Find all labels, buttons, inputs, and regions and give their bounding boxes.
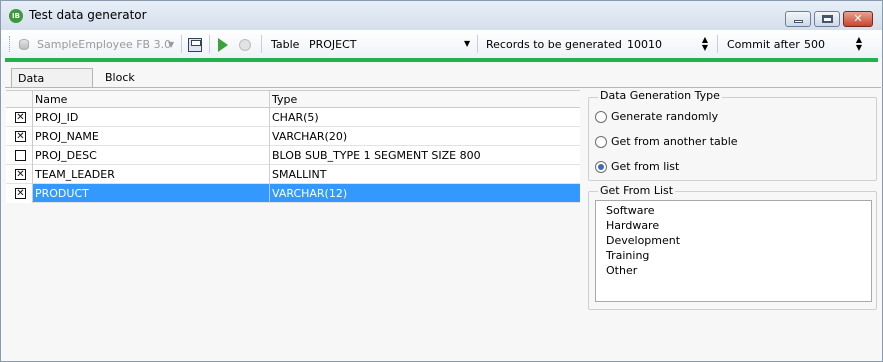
column-divider — [269, 127, 270, 146]
test-data-generator-window: IB Test data generator ✕ SampleEmployee … — [0, 0, 883, 362]
commit-spinner-icon[interactable]: ▲ ▼ — [854, 36, 864, 52]
maximize-icon — [822, 15, 833, 23]
table-select[interactable]: PROJECT — [309, 38, 357, 51]
table-row[interactable]: PROJ_DESC BLOB SUB_TYPE 1 SEGMENT SIZE 8… — [6, 146, 580, 165]
field-type: BLOB SUB_TYPE 1 SEGMENT SIZE 800 — [272, 149, 481, 162]
records-label: Records to be generated — [486, 38, 622, 51]
check-cell: ✕ — [6, 108, 33, 127]
table-row[interactable]: ✕ PROJ_ID CHAR(5) — [6, 108, 580, 127]
commit-label: Commit after — [727, 38, 800, 51]
list-item: Other — [606, 264, 638, 277]
generation-type-title: Data Generation Type — [598, 89, 722, 102]
tab-data-options[interactable]: Data options — [11, 68, 93, 105]
close-icon: ✕ — [853, 12, 863, 25]
field-checkbox[interactable]: ✕ — [15, 112, 26, 123]
fields-grid: Name Type ✕ PROJ_ID CHAR(5) ✕ PROJ_NAME … — [6, 90, 580, 206]
save-icon[interactable] — [188, 38, 202, 52]
list-item: Development — [606, 234, 681, 247]
records-input[interactable]: 10010 — [627, 38, 662, 51]
toolbar-separator — [717, 35, 718, 53]
get-from-list-title: Get From List — [598, 184, 676, 197]
list-item: Software — [606, 204, 655, 217]
table-dropdown-icon[interactable]: ▼ — [464, 39, 470, 48]
minimize-icon — [794, 20, 803, 23]
toolbar: SampleEmployee FB 3.0 ▼ Table PROJECT ▼ … — [1, 30, 882, 58]
toolbar-separator — [477, 35, 478, 53]
radio-get-from-list[interactable] — [595, 161, 607, 173]
toolbar-separator — [209, 35, 210, 53]
field-type: SMALLINT — [272, 168, 327, 181]
field-type: VARCHAR(12) — [272, 187, 348, 200]
run-icon[interactable] — [218, 38, 228, 52]
table-label: Table — [271, 38, 300, 51]
column-divider — [269, 165, 270, 184]
field-name: PROJ_ID — [35, 111, 79, 124]
minimize-button[interactable] — [785, 11, 811, 27]
check-cell: ✕ — [6, 165, 33, 184]
field-checkbox[interactable]: ✕ — [15, 131, 26, 142]
database-dropdown-icon[interactable]: ▼ — [168, 40, 174, 49]
field-type: VARCHAR(20) — [272, 130, 348, 143]
table-row[interactable]: ✕ PROJ_NAME VARCHAR(20) — [6, 127, 580, 146]
window-title: Test data generator — [29, 8, 147, 22]
field-checkbox[interactable]: ✕ — [15, 188, 26, 199]
field-type: CHAR(5) — [272, 111, 319, 124]
column-divider — [269, 184, 270, 203]
app-icon: IB — [9, 9, 23, 23]
title-bar[interactable]: IB Test data generator ✕ — [1, 1, 882, 30]
column-divider — [269, 108, 270, 127]
grid-header: Name Type — [6, 90, 580, 108]
list-item: Training — [606, 249, 650, 262]
column-header-name[interactable]: Name — [35, 93, 67, 106]
commit-input[interactable]: 500 — [804, 38, 825, 51]
radio-label-get-from-list[interactable]: Get from list — [611, 160, 679, 173]
tab-divider — [5, 87, 881, 88]
table-row[interactable]: ✕ TEAM_LEADER SMALLINT — [6, 165, 580, 184]
records-spinner-icon[interactable]: ▲ ▼ — [700, 36, 710, 52]
toolbar-separator — [181, 35, 182, 53]
check-cell — [6, 146, 33, 165]
maximize-button[interactable] — [814, 11, 840, 27]
radio-label-get-from-another-table[interactable]: Get from another table — [611, 135, 738, 148]
field-checkbox[interactable]: ✕ — [15, 169, 26, 180]
database-icon — [19, 39, 29, 50]
radio-label-generate-randomly[interactable]: Generate randomly — [611, 110, 718, 123]
database-selector[interactable]: SampleEmployee FB 3.0 — [37, 38, 171, 51]
header-check-cell — [6, 91, 33, 108]
check-cell: ✕ — [6, 184, 33, 203]
radio-get-from-another-table[interactable] — [595, 136, 607, 148]
field-checkbox[interactable] — [15, 150, 26, 161]
radio-generate-randomly[interactable] — [595, 111, 607, 123]
stop-icon[interactable] — [239, 39, 251, 51]
column-header-type[interactable]: Type — [272, 93, 297, 106]
check-cell: ✕ — [6, 127, 33, 146]
column-divider — [269, 146, 270, 165]
toolbar-grip[interactable] — [9, 36, 12, 52]
field-name: PROJ_NAME — [35, 130, 99, 143]
tab-block[interactable]: Block — [99, 68, 145, 88]
toolbar-separator — [261, 35, 262, 53]
field-name: PRODUCT — [35, 187, 89, 200]
progress-accent-bar — [5, 58, 878, 62]
column-divider[interactable] — [269, 91, 270, 108]
table-row-selected[interactable]: ✕ PRODUCT VARCHAR(12) — [6, 184, 580, 203]
list-item: Hardware — [606, 219, 660, 232]
field-name: PROJ_DESC — [35, 149, 97, 162]
close-button[interactable]: ✕ — [843, 11, 873, 27]
values-list-textarea[interactable]: Software Hardware Development Training O… — [595, 200, 872, 302]
field-name: TEAM_LEADER — [35, 168, 115, 181]
